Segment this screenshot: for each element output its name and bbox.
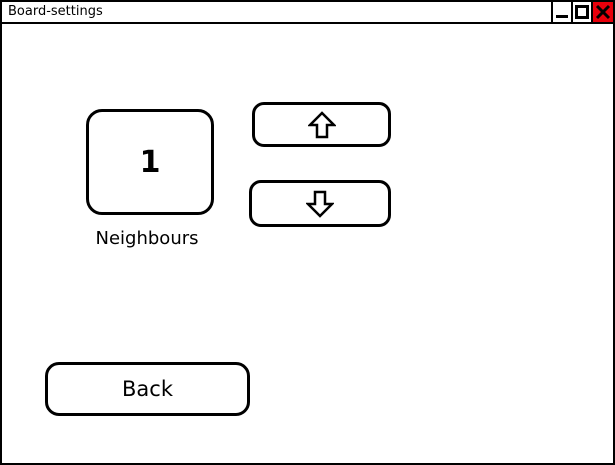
maximize-button[interactable] (571, 2, 591, 22)
close-icon (595, 4, 611, 20)
minimize-icon (556, 15, 568, 18)
window-title: Board-settings (8, 4, 103, 19)
board-settings-window: Board-settings 1 Neighbours Back (0, 0, 615, 465)
increment-button[interactable] (252, 102, 391, 147)
back-button[interactable]: Back (45, 362, 250, 416)
arrow-down-icon (306, 190, 334, 218)
neighbours-value: 1 (139, 144, 161, 180)
neighbours-value-display: 1 (86, 109, 214, 215)
minimize-button[interactable] (551, 2, 571, 22)
close-button[interactable] (591, 2, 613, 22)
title-bar: Board-settings (2, 2, 613, 24)
decrement-button[interactable] (249, 180, 391, 227)
arrow-up-icon (307, 110, 336, 138)
neighbours-label: Neighbours (95, 228, 199, 249)
maximize-icon (575, 5, 589, 19)
back-button-label: Back (122, 377, 173, 401)
